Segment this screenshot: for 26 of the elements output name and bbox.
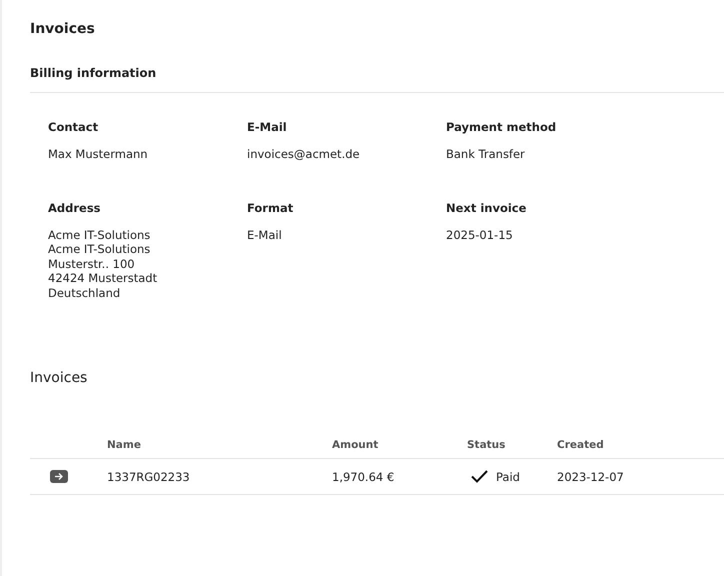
field-value: invoices@acmet.de	[247, 147, 361, 162]
column-header: Status	[467, 439, 506, 451]
check-icon	[471, 470, 488, 483]
open-button[interactable]	[50, 470, 68, 483]
arrow-icon	[54, 472, 64, 481]
column-header: Created	[557, 439, 605, 451]
status-text: Paid	[496, 470, 520, 484]
field-value: 2025-01-15	[446, 228, 514, 242]
table-cell-text: 1,970.64 €	[332, 470, 396, 484]
field-value: E-Mail	[247, 228, 283, 242]
column-header: Amount	[332, 439, 380, 451]
column-header: Name	[107, 439, 142, 451]
field-label: Next invoice	[446, 200, 528, 216]
field-label: E-Mail	[247, 119, 288, 135]
table-cell-text: 1337RG02233	[107, 470, 191, 484]
field-value: Bank Transfer	[446, 147, 526, 162]
page-title: Invoices	[30, 20, 96, 39]
field-label: Format	[247, 200, 294, 216]
field-label: Address	[48, 200, 102, 216]
field-label: Payment method	[446, 119, 558, 135]
table-cell-text: 2023-12-07	[557, 470, 625, 484]
field-value: Max Mustermann	[48, 147, 149, 162]
field-value: Acme IT-Solutions Acme IT-Solutions Musterstr.. 100 42424 Musterstadt Deutschland	[48, 228, 158, 300]
section-title: Invoices	[30, 369, 88, 388]
field-label: Contact	[48, 119, 100, 135]
section-title: Billing information	[30, 65, 158, 82]
